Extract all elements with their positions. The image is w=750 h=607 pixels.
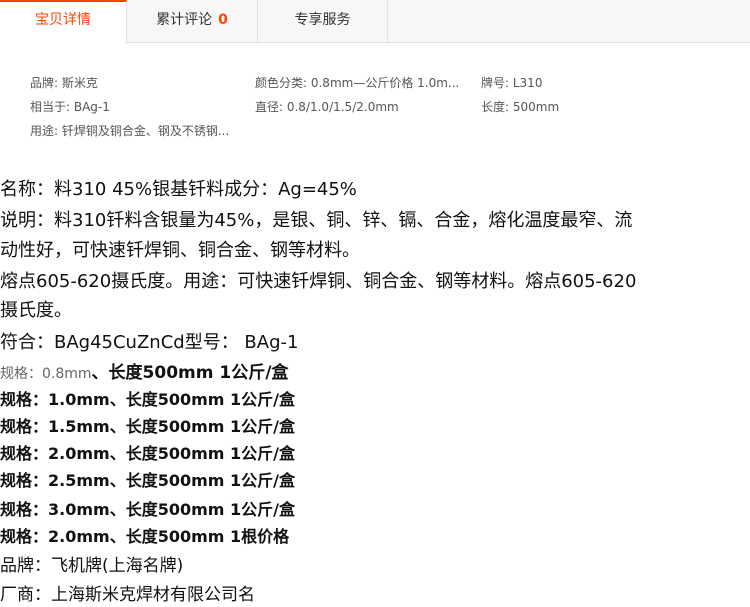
tab-reviews[interactable]: 累计评论 0 — [127, 0, 258, 43]
tab-label: 专享服务 — [294, 12, 351, 28]
attribute-length: 长度: 500mm — [481, 100, 560, 114]
desc-line: 规格：0.8mm、长度500mm 1公斤/盒 — [0, 358, 288, 383]
desc-line: 动性好，可快速钎焊铜、铜合金、钢等材料。 — [0, 240, 360, 261]
desc-line: 符合：BAg45CuZnCd型号： BAg-1 — [0, 332, 299, 353]
tab-item-details[interactable]: 宝贝详情 — [0, 0, 127, 44]
desc-line: 规格：2.5mm、长度500mm 1公斤/盒 — [0, 471, 295, 490]
desc-line: 规格：2.0mm、长度500mm 1根价格 — [0, 527, 290, 546]
desc-line: 规格：3.0mm、长度500mm 1公斤/盒 — [0, 500, 295, 519]
tab-label: 累计评论 — [156, 12, 213, 28]
attribute-list: 品牌: 斯米克 颜色分类: 0.8mm—公斤价格 1.0m... 牌号: L31… — [0, 43, 750, 148]
attribute-color: 颜色分类: 0.8mm—公斤价格 1.0m... — [255, 76, 460, 90]
desc-line: 品牌：飞机牌(上海名牌) — [0, 556, 184, 576]
attribute-equivalent: 相当于: BAg-1 — [30, 100, 110, 114]
attribute-usage: 用途: 钎焊铜及铜合金、钢及不锈钢... — [30, 124, 230, 138]
desc-line: 摄氏度。 — [0, 300, 72, 321]
tab-label: 宝贝详情 — [35, 12, 91, 28]
review-count-badge: 0 — [218, 12, 228, 28]
spec-label: 规格：0.8mm — [0, 366, 92, 382]
attribute-diameter: 直径: 0.8/1.0/1.5/2.0mm — [255, 100, 399, 114]
desc-line: 熔点605-620摄氏度。用途：可快速钎焊铜、铜合金、钢等材料。熔点605-62… — [0, 271, 637, 292]
spec-value: 、长度500mm 1公斤/盒 — [91, 363, 289, 383]
desc-line: 规格：1.5mm、长度500mm 1公斤/盒 — [0, 417, 295, 436]
detail-tabs: 宝贝详情 累计评论 0 专享服务 — [0, 0, 750, 44]
desc-line: 规格：2.0mm、长度500mm 1公斤/盒 — [0, 444, 295, 463]
tab-services[interactable]: 专享服务 — [258, 0, 388, 43]
desc-line: 说明：料310钎料含银量为45%，是银、铜、锌、镉、合金，熔化温度最窄、流 — [0, 210, 633, 231]
desc-line: 规格：1.0mm、长度500mm 1公斤/盒 — [0, 390, 295, 409]
desc-line: 名称：料310 45%银基钎料成分：Ag=45% — [0, 179, 357, 200]
attribute-brand: 品牌: 斯米克 — [30, 76, 98, 90]
attribute-grade: 牌号: L310 — [481, 76, 543, 90]
desc-line: 厂商：上海斯米克焊材有限公司名 — [0, 585, 255, 605]
